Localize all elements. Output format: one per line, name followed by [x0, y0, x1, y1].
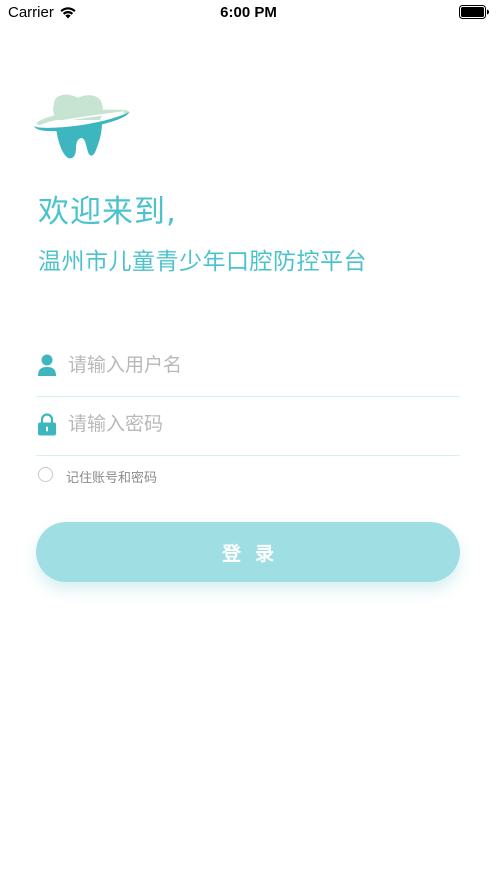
status-time: 6:00 PM: [220, 4, 277, 21]
welcome-title: 欢迎来到,: [38, 194, 177, 230]
password-field: [36, 397, 460, 456]
status-bar: Carrier 6:00 PM: [0, 0, 497, 26]
battery-icon: [459, 5, 489, 19]
user-icon: [38, 354, 56, 376]
username-input[interactable]: [68, 350, 448, 380]
password-input[interactable]: [68, 409, 448, 439]
platform-name: 温州市儿童青少年口腔防控平台: [38, 249, 367, 275]
username-field: [36, 338, 460, 397]
login-button[interactable]: 登录: [36, 522, 460, 582]
remember-label: 记住账号和密码: [66, 471, 158, 486]
tooth-logo-icon: [33, 94, 130, 159]
remember-radio[interactable]: [38, 467, 53, 482]
lock-icon: [38, 413, 56, 436]
